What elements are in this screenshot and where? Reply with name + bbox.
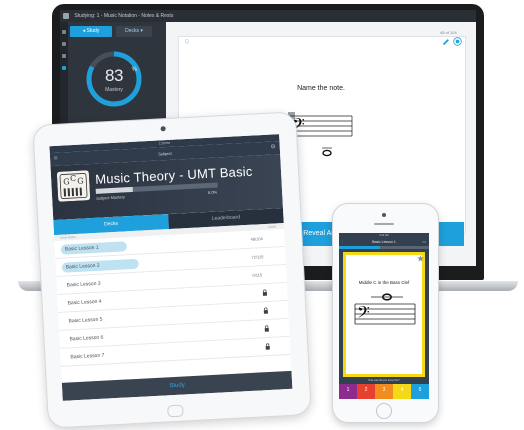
subject-mastery-value: 8.0%	[207, 189, 218, 195]
lock-icon	[264, 325, 269, 332]
tablet-screen: 1:29 PM ≡ Subject ⚙ G C G Music Theory -…	[49, 134, 293, 401]
svg-text:G: G	[63, 177, 70, 186]
card-question: Name the note.	[297, 85, 345, 92]
pencil-icon[interactable]	[442, 38, 450, 46]
deck-row-label: Basic Lesson 7	[70, 352, 105, 361]
chevron-down-icon: ▾	[139, 28, 143, 34]
home-icon[interactable]	[62, 30, 66, 34]
card-counter: 45 of 104	[440, 30, 457, 35]
deck-row-label: Basic Lesson 3	[66, 280, 101, 289]
rating-button-2[interactable]: 2	[357, 384, 375, 399]
tablet-header-title: Subject	[158, 150, 172, 157]
card-side-label: Q	[185, 39, 189, 45]
settings-icon[interactable]: ⚙	[270, 141, 276, 154]
rating-button-3[interactable]: 3	[375, 384, 393, 399]
svg-text:C: C	[70, 174, 77, 183]
study-title: Studying: 1 - Music Notation - Notes & R…	[74, 13, 174, 19]
deck-row-label: Basic Lesson 6	[69, 334, 104, 343]
phone-screen: 9:41 AM ‹ Basic Lesson 1 ••• Middle C in…	[339, 233, 429, 399]
lock-icon	[265, 343, 270, 350]
phone-bass-clef-staff: 𝄢	[354, 293, 416, 326]
gcg-logo: G C G	[56, 170, 91, 202]
phone-star-icon[interactable]	[417, 255, 424, 262]
lock-icon	[263, 307, 268, 314]
phone-progress-fill	[339, 246, 380, 249]
decks-button[interactable]: Decks ▾	[116, 26, 152, 37]
deck-row-label: Basic Lesson 5	[68, 316, 103, 325]
deck-row-count: 0/115	[252, 272, 263, 278]
phone-back-icon[interactable]: ‹	[342, 238, 343, 246]
rating-button-5[interactable]: 5	[411, 384, 429, 399]
phone-card-question: Middle C in the Bass Clef	[358, 280, 410, 285]
study-button[interactable]: ◂ Study	[70, 26, 112, 37]
laptop-topbar: Studying: 1 - Music Notation - Notes & R…	[60, 10, 476, 22]
phone-header-title: Basic Lesson 1	[372, 240, 396, 244]
deck-row-count: 48/104	[250, 236, 263, 242]
svg-text:𝄢: 𝄢	[357, 302, 370, 326]
phone-camera	[382, 213, 386, 217]
library-icon[interactable]	[62, 54, 66, 58]
deck-row-count: 72/115	[251, 254, 264, 260]
star-icon[interactable]	[453, 37, 462, 46]
menu-icon[interactable]: ≡	[54, 153, 58, 166]
phone-header: ‹ Basic Lesson 1 •••	[339, 238, 429, 246]
tablet-device: 1:29 PM ≡ Subject ⚙ G C G Music Theory -…	[32, 111, 312, 429]
mastery-label: Mastery	[105, 87, 123, 93]
phone-more-icon[interactable]: •••	[422, 238, 426, 246]
phone-home-button	[376, 403, 392, 419]
search-icon[interactable]	[62, 42, 66, 46]
deck-row-label: Basic Lesson 4	[67, 298, 102, 307]
tablet-home-button	[167, 404, 184, 418]
lock-icon	[262, 289, 268, 296]
phone-speaker	[374, 223, 394, 225]
rating-button-4[interactable]: 4	[393, 384, 411, 399]
study-icon[interactable]	[62, 66, 66, 70]
rating-button-1[interactable]: 1	[339, 384, 357, 399]
mastery-percent-sign: %	[131, 67, 137, 73]
svg-text:G: G	[77, 176, 84, 185]
app-icon	[63, 12, 69, 19]
